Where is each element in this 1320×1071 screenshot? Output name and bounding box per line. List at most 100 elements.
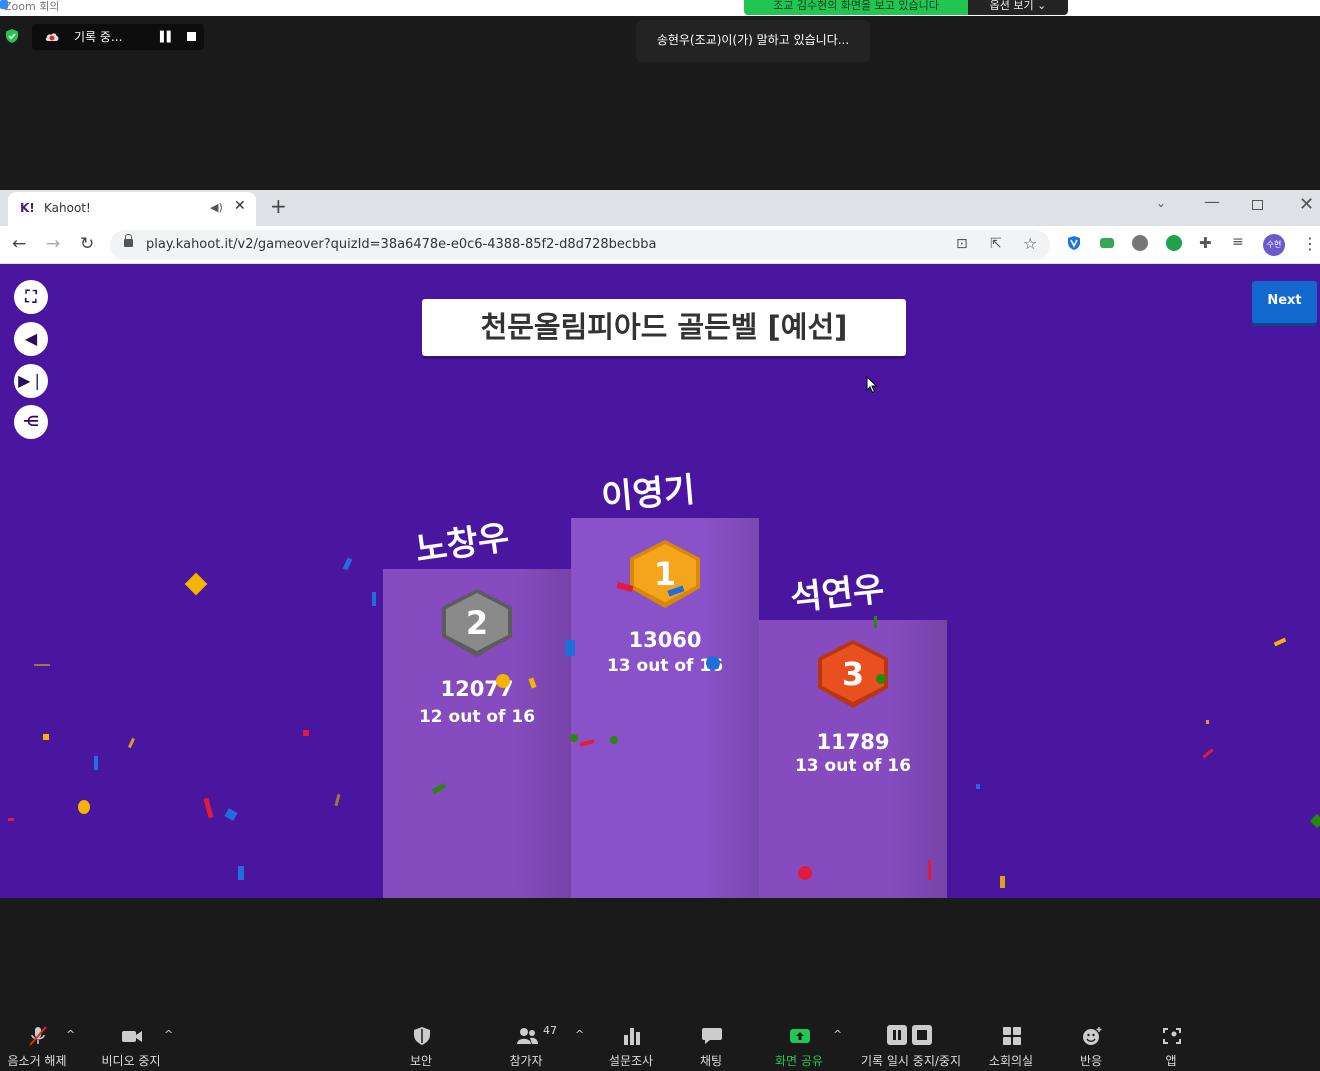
translate-icon[interactable]: ⊡ <box>956 236 968 252</box>
new-tab-icon[interactable]: + <box>270 194 287 218</box>
stop-video-button[interactable]: 비디오 중지 <box>86 1022 176 1070</box>
skip-icon[interactable]: ▶❘ <box>14 364 48 398</box>
back-icon[interactable]: ← <box>12 234 26 254</box>
quiz-title: 천문올림피아드 골든벨 [예선] <box>480 310 848 344</box>
apps-icon <box>1163 1028 1181 1044</box>
podium-third: 3 11789 13 out of 16 <box>759 620 947 898</box>
podium-score-second: 12077 <box>440 677 514 701</box>
next-button[interactable]: Next <box>1252 281 1317 323</box>
extension-grammar-icon[interactable] <box>1166 235 1182 251</box>
participants-count: 47 <box>543 1024 557 1037</box>
breakout-rooms-label: 소회의실 <box>988 1054 1034 1068</box>
shield-icon[interactable] <box>4 28 20 44</box>
confetti <box>928 860 931 880</box>
extension-green-icon[interactable] <box>1100 238 1114 248</box>
reactions-button[interactable]: 반응 <box>1046 1022 1136 1070</box>
stop-video-label: 비디오 중지 <box>101 1054 161 1068</box>
bar-chart-icon <box>624 1028 640 1045</box>
zoom-title-bar: Zoom 회의 조교 김수현의 화면을 보고 있습니다 옵션 보기 ⌄ <box>0 0 1320 16</box>
pause-recording-icon[interactable]: ▌▌ <box>160 32 174 43</box>
fullscreen-icon[interactable]: ⛶ <box>14 280 48 314</box>
caret-up-icon[interactable]: ^ <box>164 1028 173 1041</box>
address-bar[interactable]: play.kahoot.it/v2/gameover?quizId=38a647… <box>110 230 1050 260</box>
forward-icon[interactable]: → <box>46 234 60 254</box>
confetti <box>874 616 877 628</box>
pause-stop-recording-button[interactable]: 기록 일시 중지/중지 <box>861 1022 961 1070</box>
viewing-banner: 조교 김수현의 화면을 보고 있습니다 <box>744 0 968 15</box>
confetti <box>8 818 14 821</box>
bookmark-star-icon[interactable]: ☆ <box>1023 234 1037 253</box>
confetti <box>876 674 886 684</box>
close-icon[interactable]: ✕ <box>234 198 246 214</box>
confetti <box>224 808 238 821</box>
security-button[interactable]: 보안 <box>376 1022 466 1070</box>
url-text[interactable]: play.kahoot.it/v2/gameover?quizId=38a647… <box>146 237 657 252</box>
caret-up-icon[interactable]: ^ <box>66 1028 75 1041</box>
confetti <box>1309 813 1320 829</box>
recording-label: 기록 중... <box>74 30 123 44</box>
confetti <box>78 800 90 814</box>
participants-button[interactable]: 47 참가자 <box>481 1022 571 1070</box>
muted-mic-icon <box>29 1026 47 1046</box>
confetti <box>496 674 510 688</box>
confetti <box>1206 720 1209 724</box>
kahoot-stage: ⛶ ◀ ▶❘ ⋲ 천문올림피아드 골든벨 [예선] Next 노창우 2 120… <box>0 264 1320 898</box>
window-close-icon[interactable]: ✕ <box>1299 194 1314 215</box>
minimize-icon[interactable]: — <box>1204 192 1220 211</box>
podium-correct-second: 12 out of 16 <box>418 707 536 727</box>
shield-extension-icon[interactable] <box>1066 235 1082 251</box>
reload-icon[interactable]: ↻ <box>80 234 94 254</box>
kebab-menu-icon[interactable]: ⋮ <box>1302 234 1318 253</box>
caret-up-icon[interactable]: ^ <box>575 1028 584 1041</box>
quiz-title-box: 천문올림피아드 골든벨 [예선] <box>422 299 906 356</box>
profile-avatar[interactable]: 수현 <box>1263 234 1285 256</box>
unmute-label: 음소거 해제 <box>7 1054 67 1068</box>
confetti <box>372 592 376 606</box>
caret-up-icon[interactable]: ^ <box>833 1028 842 1041</box>
confetti <box>43 734 49 740</box>
share-network-icon[interactable]: ⋲ <box>14 405 48 439</box>
share-icon[interactable]: ⇱ <box>990 236 1002 252</box>
security-shield-icon <box>414 1027 430 1045</box>
browser-window: K! Kahoot! ◀) ✕ + ⌄ — ✕ ← → ↻ play.kahoo… <box>0 190 1320 898</box>
browser-toolbar: ← → ↻ play.kahoot.it/v2/gameover?quizId=… <box>0 226 1320 264</box>
confetti <box>184 572 208 596</box>
participants-label: 참가자 <box>509 1054 543 1068</box>
confetti <box>94 756 98 770</box>
chat-label: 채팅 <box>699 1054 723 1068</box>
polls-button[interactable]: 설문조사 <box>586 1022 676 1070</box>
extension-globe-icon[interactable] <box>1132 235 1148 251</box>
lock-icon[interactable] <box>124 234 133 247</box>
tab-kahoot[interactable]: K! Kahoot! ◀) ✕ <box>8 192 256 226</box>
podium-correct-first: 13 out of 16 <box>606 656 724 676</box>
maximize-icon[interactable] <box>1252 200 1263 210</box>
stop-recording-icon[interactable] <box>187 32 196 41</box>
chevron-down-icon[interactable]: ⌄ <box>1156 196 1166 210</box>
silver-medal-icon: 2 <box>442 589 512 657</box>
confetti <box>976 784 980 789</box>
share-screen-button[interactable]: 화면 공유 <box>754 1022 844 1070</box>
tab-audio-icon[interactable]: ◀) <box>210 201 223 214</box>
breakout-rooms-button[interactable]: 소회의실 <box>966 1022 1056 1070</box>
media-queue-icon[interactable]: ≡ <box>1232 234 1244 250</box>
chat-button[interactable]: 채팅 <box>666 1022 756 1070</box>
pause-stop-icon <box>887 1025 932 1045</box>
confetti <box>303 730 309 736</box>
podium-score-third: 11789 <box>816 730 890 754</box>
polls-label: 설문조사 <box>608 1054 654 1068</box>
podium-correct-third: 13 out of 16 <box>794 756 912 776</box>
puzzle-extensions-icon[interactable]: ✚ <box>1199 234 1212 252</box>
security-label: 보안 <box>409 1054 433 1068</box>
confetti <box>334 793 341 807</box>
gold-medal-icon: 1 <box>630 540 700 608</box>
view-options-button[interactable]: 옵션 보기 ⌄ <box>968 0 1068 15</box>
breakout-grid-icon <box>1003 1027 1021 1045</box>
apps-label: 앱 <box>1165 1054 1177 1068</box>
podium-name-second: 노창우 <box>413 517 512 571</box>
confetti <box>610 736 618 744</box>
apps-button[interactable]: 앱 <box>1126 1022 1216 1070</box>
volume-icon[interactable]: ◀ <box>14 322 48 356</box>
podium-name-first: 이영기 <box>599 469 697 519</box>
medal-rank: 2 <box>466 604 488 642</box>
medal-rank: 1 <box>654 555 676 593</box>
